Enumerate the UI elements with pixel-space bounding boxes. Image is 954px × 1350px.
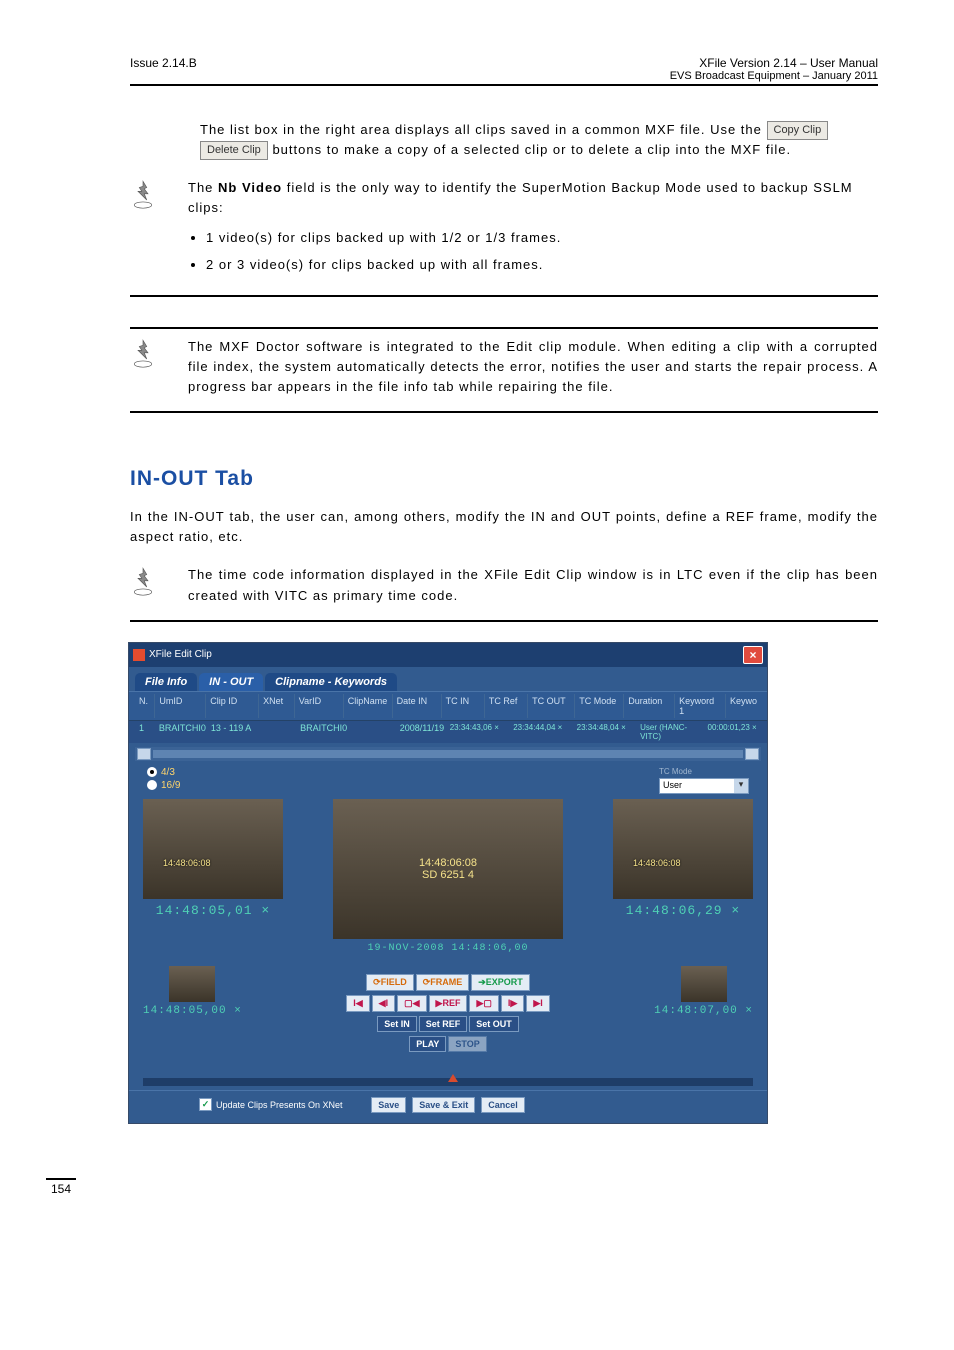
- step-back-button[interactable]: ▢◀: [397, 995, 426, 1012]
- tc-mode-panel: TC Mode User ▾: [659, 767, 749, 794]
- section-paragraph: In the IN-OUT tab, the user can, among o…: [130, 507, 878, 547]
- main-view: 14:48:06:08 SD 6251 4 19-NOV-2008 14:48:…: [333, 799, 563, 954]
- main-thumbnail[interactable]: 14:48:06:08 SD 6251 4: [333, 799, 563, 939]
- separator: [130, 295, 878, 297]
- lower-out-thumb[interactable]: [681, 966, 727, 1002]
- field-button[interactable]: ⟳ FIELD: [366, 974, 414, 991]
- section-title: IN-OUT Tab: [130, 467, 878, 491]
- save-exit-button[interactable]: Save & Exit: [412, 1097, 475, 1113]
- goto-start-button[interactable]: I◀: [346, 995, 369, 1012]
- separator: [130, 411, 878, 413]
- play-button[interactable]: PLAY: [409, 1036, 446, 1052]
- close-icon[interactable]: ×: [743, 646, 763, 664]
- next-frame-button[interactable]: I▶: [501, 995, 524, 1012]
- update-xnet-label: Update Clips Presents On XNet: [216, 1100, 343, 1110]
- radio-16-9[interactable]: [147, 780, 157, 790]
- set-out-button[interactable]: Set OUT: [469, 1016, 519, 1032]
- tc-mode-label: TC Mode: [659, 767, 749, 776]
- note3-text: The time code information displayed in t…: [188, 565, 878, 605]
- tab-in-out[interactable]: IN - OUT: [199, 673, 263, 691]
- note-icon: [130, 180, 160, 213]
- set-ref-button[interactable]: Set REF: [419, 1016, 468, 1032]
- note-icon: [130, 339, 160, 372]
- update-xnet-checkbox[interactable]: ✓: [199, 1098, 212, 1111]
- delete-clip-button-image: Delete Clip: [200, 141, 268, 160]
- out-timecode: 14:48:06,29 ×: [626, 903, 740, 918]
- note1-text: The Nb Video field is the only way to id…: [188, 178, 878, 218]
- note-icon: [130, 567, 160, 600]
- app-icon: [133, 649, 145, 661]
- header-right-2: EVS Broadcast Equipment – January 2011: [670, 70, 878, 82]
- goto-end-button[interactable]: ▶I: [526, 995, 549, 1012]
- in-timecode: 14:48:05,01 ×: [156, 903, 270, 918]
- note2-text: The MXF Doctor software is integrated to…: [188, 337, 878, 397]
- table-row[interactable]: 1 BRAITCHI0 13 - 119 A BRAITCHI0 2008/11…: [129, 721, 767, 743]
- radio-4-3[interactable]: [147, 767, 157, 777]
- transport-controls: ⟳ FIELD ⟳ FRAME ➔ EXPORT I◀ ◀I ▢◀ ▶REF ▶…: [346, 974, 549, 1052]
- separator: [130, 620, 878, 622]
- save-button[interactable]: Save: [371, 1097, 406, 1113]
- ref-button[interactable]: ▶REF: [429, 995, 468, 1012]
- in-view: 14:48:06:08 14:48:05,01 ×: [143, 799, 283, 954]
- export-button[interactable]: ➔ EXPORT: [471, 974, 530, 991]
- page-number: 154: [46, 1178, 76, 1196]
- timeline[interactable]: [143, 1078, 753, 1086]
- xfile-edit-clip-window: XFile Edit Clip × File Info IN - OUT Cli…: [128, 642, 768, 1124]
- lower-out-tc: 14:48:07,00 ×: [654, 1005, 753, 1017]
- note1-bullet-1: 1 video(s) for clips backed up with 1/2 …: [206, 228, 878, 248]
- chevron-down-icon: ▾: [734, 779, 748, 793]
- header-left: Issue 2.14.B: [130, 56, 197, 82]
- nb-video-label: Nb Video: [218, 180, 282, 195]
- tab-bar: File Info IN - OUT Clipname - Keywords: [129, 667, 767, 691]
- separator: [130, 327, 878, 329]
- set-in-button[interactable]: Set IN: [377, 1016, 417, 1032]
- note1-bullet-2: 2 or 3 video(s) for clips backed up with…: [206, 255, 878, 275]
- header-right-1: XFile Version 2.14 – User Manual: [670, 56, 878, 70]
- frame-button[interactable]: ⟳ FRAME: [416, 974, 470, 991]
- tc-mode-combo[interactable]: User ▾: [659, 778, 749, 794]
- out-thumbnail[interactable]: 14:48:06:08: [613, 799, 753, 899]
- copy-clip-button-image: Copy Clip: [767, 121, 829, 140]
- page-header: Issue 2.14.B XFile Version 2.14 – User M…: [130, 56, 878, 86]
- stop-button[interactable]: STOP: [448, 1036, 486, 1052]
- tab-file-info[interactable]: File Info: [135, 673, 197, 691]
- lower-in-tc: 14:48:05,00 ×: [143, 1005, 242, 1017]
- intro-paragraph: The list box in the right area displays …: [200, 120, 878, 160]
- prev-frame-button[interactable]: ◀I: [372, 995, 395, 1012]
- lower-in-thumb[interactable]: [169, 966, 215, 1002]
- out-view: 14:48:06:08 14:48:06,29 ×: [613, 799, 753, 954]
- playhead-icon[interactable]: [448, 1074, 458, 1082]
- intro-text-1: The list box in the right area displays …: [200, 122, 767, 137]
- window-title: XFile Edit Clip: [149, 649, 212, 660]
- horizontal-scrollbar[interactable]: [135, 747, 761, 761]
- tab-clipname-keywords[interactable]: Clipname - Keywords: [265, 673, 397, 691]
- cancel-button[interactable]: Cancel: [481, 1097, 525, 1113]
- in-thumbnail[interactable]: 14:48:06:08: [143, 799, 283, 899]
- intro-text-2: buttons to make a copy of a selected cli…: [272, 142, 791, 157]
- step-fwd-button[interactable]: ▶▢: [469, 995, 498, 1012]
- grid-header: N. UmID Clip ID XNet VarID ClipName Date…: [129, 691, 767, 721]
- main-timecode: 19-NOV-2008 14:48:06,00: [367, 943, 528, 954]
